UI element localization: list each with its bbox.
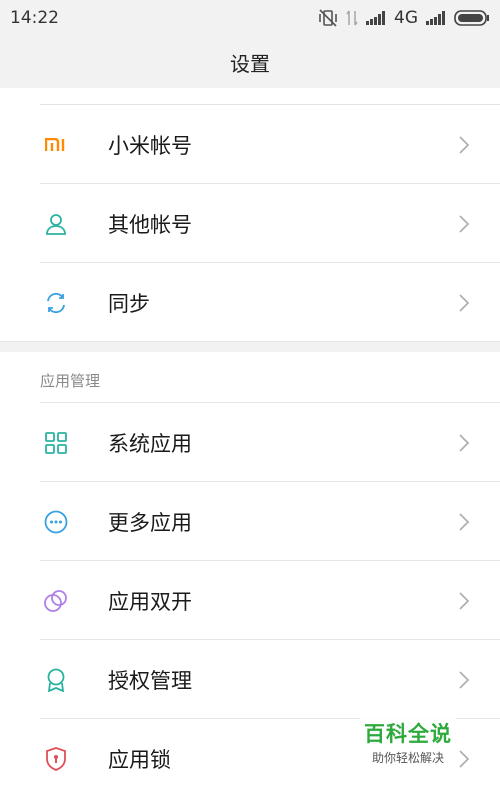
data-transfer-icon <box>346 9 358 27</box>
chevron-right-icon <box>459 433 470 452</box>
signal-icon <box>366 11 386 25</box>
settings-item-sync[interactable]: 同步 <box>0 263 500 342</box>
battery-icon <box>454 10 490 26</box>
user-icon <box>44 212 68 236</box>
grid-icon <box>44 431 68 455</box>
status-icons: 4G <box>318 8 490 28</box>
chevron-right-icon <box>459 591 470 610</box>
sync-icon <box>44 291 68 315</box>
signal-icon <box>426 11 446 25</box>
network-type: 4G <box>394 8 418 28</box>
status-bar: 14:22 4G <box>0 0 500 36</box>
chevron-right-icon <box>459 293 470 312</box>
settings-item-dual-apps[interactable]: 应用双开 <box>0 561 500 640</box>
watermark-title: 百科全说 <box>364 722 452 746</box>
watermark-subtitle: 助你轻松解决 <box>371 751 444 765</box>
settings-item-more-apps[interactable]: 更多应用 <box>0 482 500 561</box>
chevron-right-icon <box>459 670 470 689</box>
chevron-right-icon <box>459 135 470 154</box>
section-header: 应用管理 <box>40 372 101 390</box>
settings-item-label: 小米帐号 <box>108 133 192 158</box>
watermark: 百科全说 助你轻松解决 <box>360 716 456 768</box>
settings-item-label: 其他帐号 <box>108 212 192 237</box>
settings-item-mi-account[interactable]: 小米帐号 <box>0 105 500 184</box>
page-title: 设置 <box>230 51 270 76</box>
chevron-right-icon <box>459 749 470 768</box>
chevron-right-icon <box>459 512 470 531</box>
accounts-section: 小米帐号 其他帐号 同步 <box>0 88 500 342</box>
settings-item-label: 授权管理 <box>108 668 192 693</box>
settings-item-label: 应用双开 <box>108 589 192 614</box>
badge-icon <box>44 668 68 692</box>
settings-item-label: 应用锁 <box>108 747 171 772</box>
settings-item-label: 同步 <box>108 291 150 316</box>
settings-item-permissions[interactable]: 授权管理 <box>0 640 500 719</box>
mi-logo-icon <box>44 133 68 157</box>
settings-item-system-apps[interactable]: 系统应用 <box>0 403 500 482</box>
dual-app-icon <box>44 589 68 613</box>
vibrate-off-icon <box>318 9 338 27</box>
settings-item-label: 系统应用 <box>108 431 192 456</box>
more-icon <box>44 510 68 534</box>
settings-item-label: 更多应用 <box>108 510 192 535</box>
app-bar: 设置 <box>0 36 500 88</box>
status-time: 14:22 <box>10 8 59 28</box>
chevron-right-icon <box>459 214 470 233</box>
shield-lock-icon <box>44 746 68 771</box>
settings-item-other-accounts[interactable]: 其他帐号 <box>0 184 500 263</box>
